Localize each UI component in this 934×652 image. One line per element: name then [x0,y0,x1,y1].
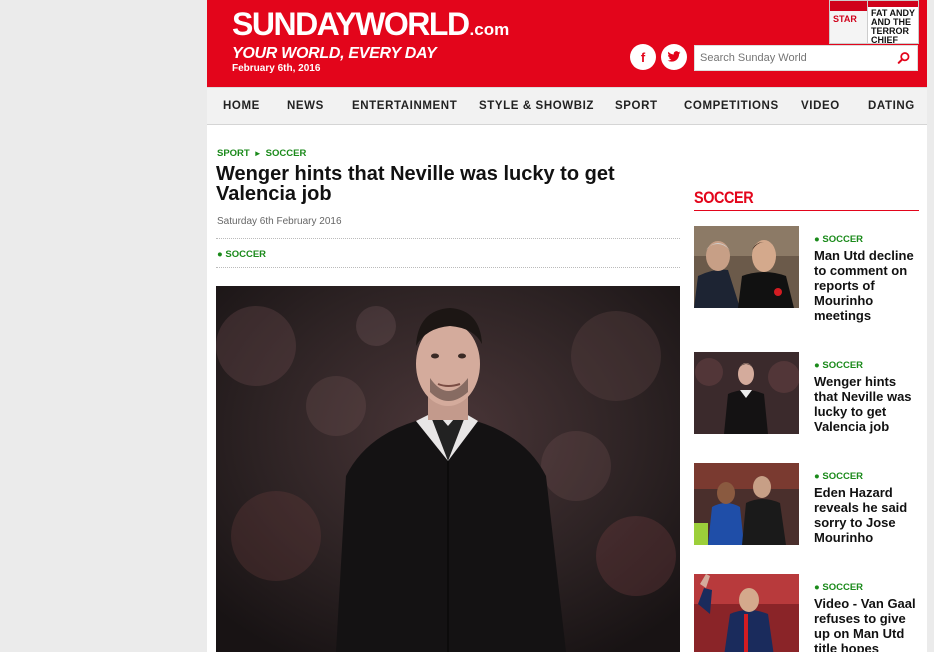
sidebar-item-tag-label: SOCCER [822,360,864,371]
sidebar-item[interactable]: ● SOCCER Wenger hints that Neville was l… [694,352,924,442]
divider [216,267,680,268]
site-logo[interactable]: SUNDAYWORLD .com YOUR WORLD, EVERY DAY Fe… [232,8,509,74]
nav-dating[interactable]: DATING [868,88,915,125]
sidebar-item-tag: ● SOCCER [814,360,864,371]
sidebar-item-tag-label: SOCCER [822,471,864,482]
site-header: SUNDAYWORLD .com YOUR WORLD, EVERY DAY Fe… [207,0,927,87]
paper-masthead: STAR [833,14,857,24]
search-icon[interactable] [897,51,911,65]
sidebar-item-title[interactable]: Eden Hazard reveals he said sorry to Jos… [814,485,922,545]
nav-video[interactable]: VIDEO [801,88,840,125]
article-title: Wenger hints that Neville was lucky to g… [216,163,615,205]
sidebar-item-title[interactable]: Wenger hints that Neville was lucky to g… [814,374,922,434]
breadcrumb-soccer[interactable]: SOCCER [266,148,307,159]
nav-sport[interactable]: SPORT [615,88,658,125]
nav-entertainment[interactable]: ENTERTAINMENT [352,88,457,125]
sidebar-item-tag: ● SOCCER [814,234,864,245]
search-box[interactable] [694,45,918,71]
breadcrumb: SPORT ► SOCCER [217,148,306,159]
paper-cover: FAT ANDY AND THE TERROR CHIEF [867,0,919,44]
facebook-icon[interactable]: f [630,44,656,70]
article-hero-image [216,286,680,652]
sidebar-thumbnail[interactable] [694,574,799,652]
sidebar-item[interactable]: ● SOCCER Video - Van Gaal refuses to giv… [694,574,924,652]
page: SUNDAYWORLD .com YOUR WORLD, EVERY DAY Fe… [207,0,927,652]
nav-competitions[interactable]: COMPETITIONS [684,88,779,125]
sidebar-item-tag-label: SOCCER [822,234,864,245]
sidebar-title: SOCCER [694,188,754,207]
sidebar-thumbnail[interactable] [694,226,799,308]
sidebar-item-tag-label: SOCCER [822,582,864,593]
nav-news[interactable]: NEWS [287,88,324,125]
sidebar-item-title[interactable]: Video - Van Gaal refuses to give up on M… [814,596,922,652]
sidebar-item[interactable]: ● SOCCER Eden Hazard reveals he said sor… [694,463,924,553]
sidebar-thumbnail[interactable] [694,352,799,434]
search-input[interactable] [695,46,885,70]
logo-tagline: YOUR WORLD, EVERY DAY [232,45,437,62]
sidebar-item-tag: ● SOCCER [814,582,864,593]
breadcrumb-arrow-icon: ► [253,149,262,158]
sidebar-title-underline [694,210,919,211]
divider [216,238,680,239]
article-tag-label: SOCCER [225,249,267,260]
header-date: February 6th, 2016 [232,63,321,74]
newspaper-covers[interactable]: STAR FAT ANDY AND THE TERROR CHIEF [829,0,919,44]
logo-domain: .com [469,20,510,39]
sidebar-item[interactable]: ● SOCCER Man Utd decline to comment on r… [694,226,924,323]
sidebar-item-title[interactable]: Man Utd decline to comment on reports of… [814,248,922,323]
article-tag[interactable]: ● SOCCER [217,249,266,260]
nav-style-showbiz[interactable]: STYLE & SHOWBIZ [479,88,594,125]
article-date: Saturday 6th February 2016 [217,216,342,227]
main-nav: HOME NEWS ENTERTAINMENT STYLE & SHOWBIZ … [207,87,927,125]
breadcrumb-sport[interactable]: SPORT [217,148,250,159]
sidebar-item-tag: ● SOCCER [814,471,864,482]
twitter-icon[interactable] [661,44,687,70]
sidebar-thumbnail[interactable] [694,463,799,545]
paper-headline: FAT ANDY AND THE TERROR CHIEF [871,8,915,44]
logo-main: SUNDAYWORLD [232,6,470,42]
nav-home[interactable]: HOME [223,88,260,125]
